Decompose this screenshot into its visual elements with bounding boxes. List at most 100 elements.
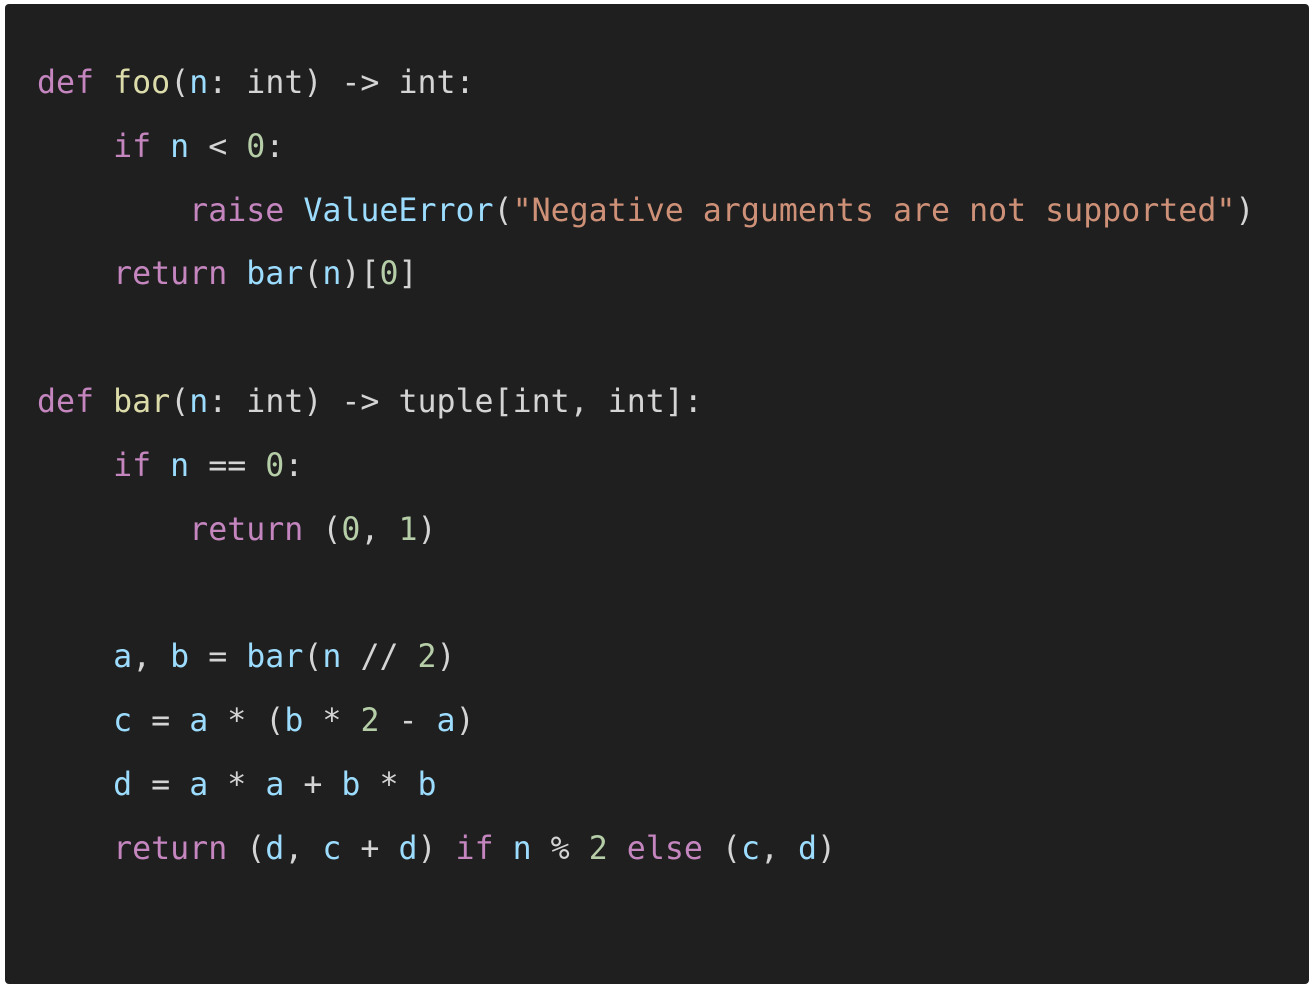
code-token: = [189, 639, 247, 676]
code-token: n [512, 830, 532, 867]
code-token: return [113, 256, 228, 293]
code-token: "Negative arguments are not supported" [512, 192, 1236, 229]
code-line[interactable]: raise ValueError("Negative arguments are… [37, 180, 1254, 244]
code-token: foo [113, 65, 171, 101]
code-token: ( [303, 639, 323, 676]
code-line[interactable]: if n < 0: [37, 116, 1254, 180]
code-token: a [189, 702, 209, 739]
code-token: ( [303, 256, 323, 293]
code-line[interactable]: return (d, c + d) if n % 2 else (c, d) [37, 818, 1254, 882]
code-token: * [303, 702, 361, 739]
code-token: def [37, 383, 95, 420]
code-line[interactable]: c = a * (b * 2 - a) [37, 690, 1254, 754]
code-token: b [341, 766, 361, 803]
code-token: * [208, 766, 266, 803]
code-block[interactable]: def foo(n: int) -> int: if n < 0: raise … [37, 52, 1254, 881]
code-token: < [189, 128, 247, 165]
code-token: 0 [341, 511, 361, 548]
code-token: a [189, 766, 209, 803]
code-token: , [132, 639, 171, 676]
code-token: // [341, 639, 418, 676]
code-token: n [322, 256, 342, 293]
code-token: ] [398, 256, 418, 293]
code-token: b [417, 766, 437, 803]
code-token: if [113, 447, 152, 484]
code-token: , [759, 830, 799, 867]
code-token: raise [189, 192, 285, 229]
code-line[interactable]: if n == 0: [37, 435, 1254, 499]
code-token: == [189, 447, 266, 484]
code-token: return [113, 830, 228, 867]
code-token: 2 [588, 830, 608, 867]
code-token: ValueError [303, 192, 494, 229]
code-token: b [284, 702, 304, 739]
code-token: ( [493, 192, 513, 229]
code-token: = [132, 702, 190, 739]
code-editor-window: def foo(n: int) -> int: if n < 0: raise … [5, 4, 1309, 984]
code-token: bar [113, 383, 171, 420]
code-token: n [170, 128, 190, 165]
code-token: if [455, 830, 494, 867]
code-token: : int) -> int: [208, 65, 475, 101]
code-token: + [341, 830, 399, 867]
code-token: ( [303, 511, 342, 548]
code-token: d [798, 830, 818, 867]
code-line[interactable] [37, 562, 1254, 626]
code-token: b [170, 639, 190, 676]
code-token: 2 [360, 702, 380, 739]
code-token: c [322, 830, 342, 867]
code-token: ) [817, 830, 837, 867]
code-token: d [113, 766, 133, 803]
code-token: d [398, 830, 418, 867]
code-token: * [360, 766, 418, 803]
code-line[interactable]: def bar(n: int) -> tuple[int, int]: [37, 371, 1254, 435]
code-token: ) [455, 702, 475, 739]
code-token: ( [702, 830, 741, 867]
code-token: 2 [417, 639, 437, 676]
code-token: n [322, 639, 342, 676]
code-token: n [170, 447, 190, 484]
code-token: ( [170, 65, 190, 101]
code-line[interactable]: return (0, 1) [37, 499, 1254, 563]
code-token: a [113, 639, 133, 676]
code-token: n [189, 383, 209, 420]
code-line[interactable] [37, 307, 1254, 371]
code-token: if [113, 128, 152, 165]
code-token: 1 [398, 511, 418, 548]
code-token: , [284, 830, 323, 867]
code-token: 0 [379, 256, 399, 293]
code-line[interactable]: a, b = bar(n // 2) [37, 626, 1254, 690]
code-token: 0 [265, 447, 285, 484]
code-token: ( [227, 830, 266, 867]
code-line[interactable]: return bar(n)[0] [37, 243, 1254, 307]
code-token: ) [436, 639, 456, 676]
code-token: ) [1235, 192, 1255, 229]
code-token: c [740, 830, 760, 867]
code-token: = [132, 766, 190, 803]
code-token: + [284, 766, 342, 803]
code-token: def [37, 65, 95, 101]
code-line[interactable]: d = a * a + b * b [37, 754, 1254, 818]
code-token: ( [170, 383, 190, 420]
code-token: a [436, 702, 456, 739]
code-token: % [531, 830, 589, 867]
code-line[interactable]: def foo(n: int) -> int: [37, 52, 1254, 116]
code-token: * ( [208, 702, 285, 739]
code-token: )[ [341, 256, 380, 293]
